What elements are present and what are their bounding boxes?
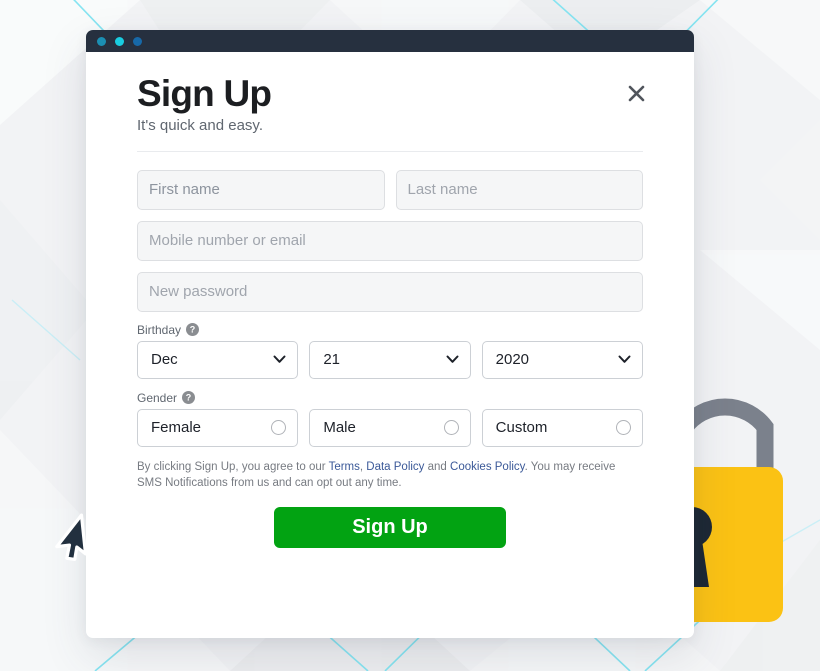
terms-disclaimer: By clicking Sign Up, you agree to our Te… [137,459,643,492]
birthday-month-select[interactable]: Dec [137,340,299,379]
gender-help-icon[interactable]: ? [182,391,196,405]
signup-form: Birthday ? Dec 21 [137,152,643,548]
gender-option-female-label: Female [151,419,202,437]
gender-option-custom[interactable]: Custom [481,408,643,447]
mobile-or-email-input[interactable] [137,220,643,261]
terms-text-part1: By clicking Sign Up, you agree to our [137,460,329,473]
gender-option-female[interactable]: Female [137,408,299,447]
gender-options-row: Female Male Custom [137,408,643,447]
gender-label: Gender [137,390,178,405]
signup-modal-window: Sign Up It's quick and easy. Birthd [86,30,694,638]
gender-option-male[interactable]: Male [309,408,471,447]
gender-option-female-radio[interactable] [271,420,287,436]
close-button[interactable] [621,78,651,108]
svg-text:?: ? [190,325,196,335]
birthday-year-select[interactable]: 2020 [481,340,643,379]
svg-text:?: ? [186,393,192,403]
gender-option-custom-label: Custom [495,419,548,437]
window-title-bar [86,30,694,52]
gender-option-male-label: Male [323,419,356,437]
birthday-label-row: Birthday ? [137,323,643,337]
window-dot-3[interactable] [133,36,142,46]
data-policy-link[interactable]: Data Policy [366,461,424,473]
page-subtitle: It's quick and easy. [137,116,263,134]
cookies-policy-link[interactable]: Cookies Policy [450,461,525,473]
birthday-month-value: Dec [151,351,178,369]
window-dot-1[interactable] [97,36,106,46]
birthday-year-value: 2020 [495,351,530,369]
last-name-input[interactable] [395,169,643,210]
modal-body: Sign Up It's quick and easy. Birthd [86,52,694,638]
terms-link[interactable]: Terms [329,461,360,473]
birthday-day-select[interactable]: 21 [309,340,471,379]
gender-option-custom-radio[interactable] [615,420,631,436]
first-name-input[interactable] [137,169,385,210]
question-mark-icon: ? [182,391,196,405]
birthday-selects-row: Dec 21 2020 [137,340,643,379]
chevron-down-icon [273,355,286,364]
submit-row: Sign Up [137,506,643,548]
gender-label-row: Gender ? [137,391,643,405]
contact-field-row [137,220,643,261]
signup-submit-button[interactable]: Sign Up [274,506,506,548]
password-field-row [137,271,643,312]
gender-option-male-radio[interactable] [443,420,459,436]
chevron-down-icon [446,355,459,364]
new-password-input[interactable] [137,271,643,312]
terms-separator-2: and [424,460,451,473]
modal-header: Sign Up It's quick and easy. [137,73,644,152]
close-icon [628,85,644,101]
chevron-down-icon [618,355,631,364]
question-mark-icon: ? [186,323,200,337]
name-field-row [137,169,643,210]
page-title: Sign Up [137,73,272,114]
birthday-day-value: 21 [323,351,341,369]
birthday-label: Birthday [137,322,182,337]
window-dot-2[interactable] [115,36,124,46]
birthday-help-icon[interactable]: ? [186,323,200,337]
